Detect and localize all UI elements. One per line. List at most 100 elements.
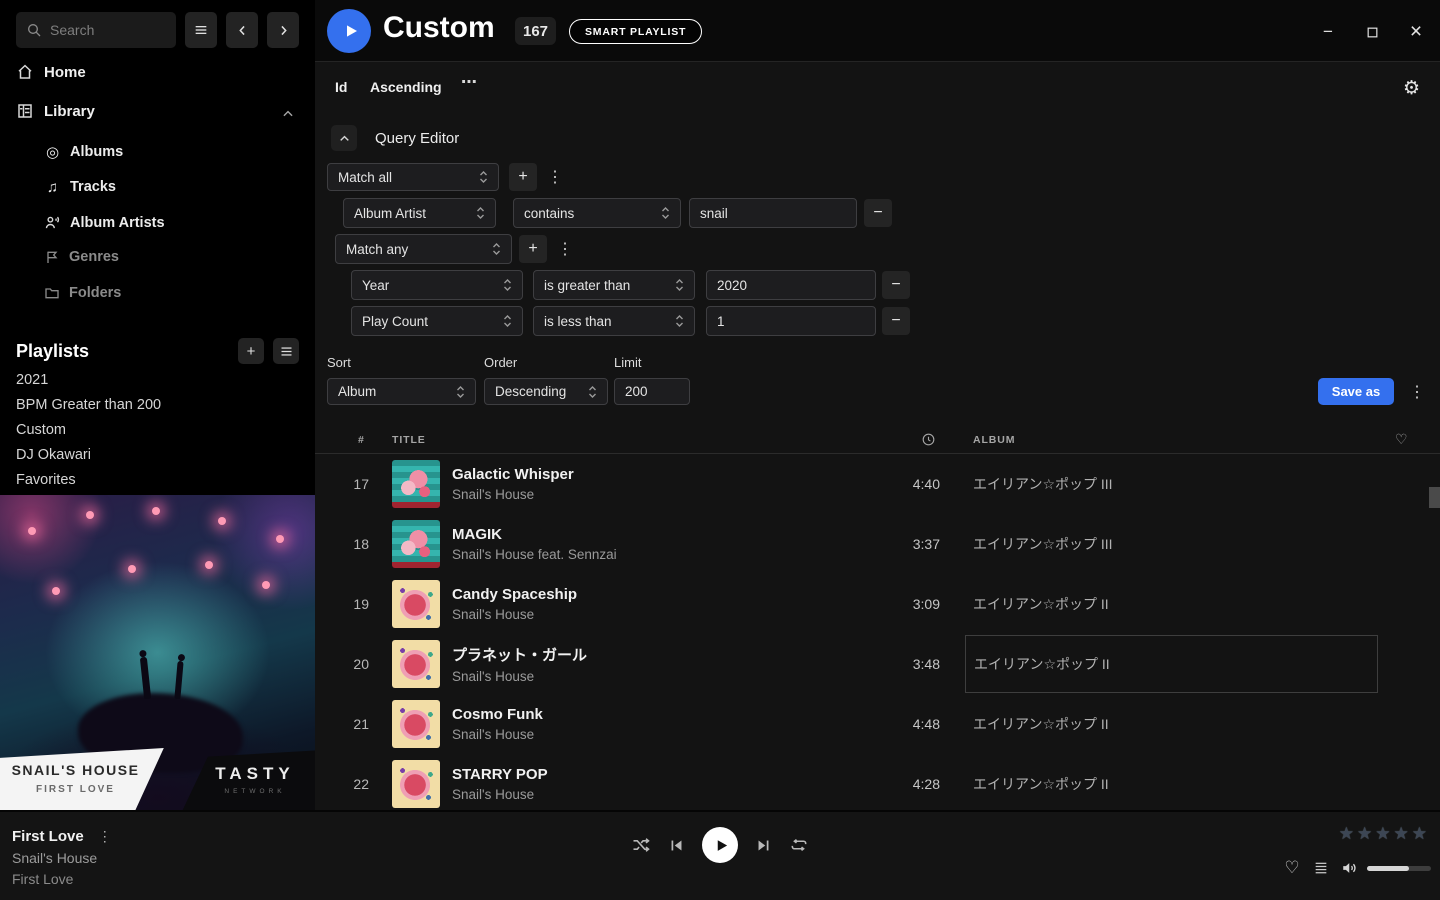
- nav-back-button[interactable]: [226, 12, 258, 48]
- sidebar-item-home[interactable]: Home: [16, 63, 86, 81]
- now-playing-info: First Love ⋮: [12, 828, 112, 845]
- group-rule-field-select[interactable]: Play Count: [351, 306, 523, 336]
- sidebar-item-albums[interactable]: ◎ Albums: [44, 144, 123, 160]
- previous-track-button[interactable]: [668, 837, 685, 854]
- remove-rule-button[interactable]: −: [882, 271, 910, 299]
- track-row[interactable]: 19 Candy Spaceship Snail's House 3:09 エイ…: [315, 574, 1440, 634]
- track-duration: 4:28: [872, 776, 940, 792]
- remove-rule-button[interactable]: −: [864, 199, 892, 227]
- sort-direction-control[interactable]: Ascending: [370, 79, 442, 95]
- select-caret-icon: [588, 385, 597, 399]
- star-icon[interactable]: ★: [1339, 824, 1354, 844]
- track-meta: STARRY POP Snail's House: [452, 766, 872, 802]
- shuffle-button[interactable]: [631, 835, 651, 855]
- group-match-select[interactable]: Match any: [335, 234, 512, 264]
- track-row[interactable]: 20 プラネット・ガール Snail's House 3:48 エイリアン☆ポッ…: [315, 634, 1440, 694]
- search-box[interactable]: [16, 12, 176, 48]
- rule-operator-select[interactable]: contains: [513, 198, 681, 228]
- app-window: Home Library ◎ Albums ♫ Tracks Album Art…: [0, 0, 1440, 900]
- volume-fill: [1367, 866, 1409, 871]
- remove-rule-button[interactable]: −: [882, 307, 910, 335]
- rule-value-input[interactable]: [689, 198, 857, 228]
- playlist-item-favorites[interactable]: Favorites: [16, 472, 76, 488]
- track-row[interactable]: 18 MAGIK Snail's House feat. Sennzai 3:3…: [315, 514, 1440, 574]
- group-rule-operator-select[interactable]: is greater than: [533, 270, 695, 300]
- add-playlist-button[interactable]: +: [238, 338, 264, 364]
- sidebar-item-album-artists[interactable]: Album Artists: [44, 214, 165, 231]
- list-icon: [279, 344, 294, 359]
- sidebar-item-tracks[interactable]: ♫ Tracks: [44, 179, 116, 195]
- scrollbar-thumb[interactable]: [1429, 487, 1440, 508]
- maximize-button[interactable]: [1358, 18, 1386, 46]
- collapse-chevron-up-icon[interactable]: [281, 107, 295, 121]
- playlist-item-dj-okawari[interactable]: DJ Okawari: [16, 447, 91, 463]
- kebab-icon: ⋮: [557, 239, 573, 259]
- group-rule-menu-button[interactable]: ⋮: [555, 235, 575, 263]
- root-match-select[interactable]: Match all: [327, 163, 499, 191]
- group-rule-value-input[interactable]: [706, 270, 876, 300]
- track-row[interactable]: 21 Cosmo Funk Snail's House 4:48 エイリアン☆ポ…: [315, 694, 1440, 754]
- nav-forward-button[interactable]: [267, 12, 299, 48]
- track-row[interactable]: 22 STARRY POP Snail's House 4:28 エイリアン☆ポ…: [315, 754, 1440, 810]
- playlist-item-bpm[interactable]: BPM Greater than 200: [16, 397, 161, 413]
- settings-button[interactable]: ⚙: [1403, 77, 1420, 100]
- repeat-button[interactable]: [789, 835, 809, 855]
- library-icon: [16, 102, 34, 120]
- add-rule-button[interactable]: +: [509, 163, 537, 191]
- playlist-item-2021[interactable]: 2021: [16, 372, 48, 388]
- main-panel: Custom 167 SMART PLAYLIST − × Id Ascendi…: [315, 0, 1440, 810]
- select-caret-icon: [492, 242, 501, 256]
- favorite-button[interactable]: ♡: [1283, 858, 1301, 878]
- close-button[interactable]: ×: [1402, 18, 1430, 46]
- next-track-button[interactable]: [755, 837, 772, 854]
- track-artist: Snail's House: [452, 607, 872, 622]
- group-rule-value-input[interactable]: [706, 306, 876, 336]
- group-rule-field-select[interactable]: Year: [351, 270, 523, 300]
- track-row[interactable]: 17 Galactic Whisper Snail's House 4:40 エ…: [315, 454, 1440, 514]
- track-album-focused-cell[interactable]: エイリアン☆ポップ II: [965, 635, 1378, 693]
- more-options-button[interactable]: ⋯: [461, 72, 478, 92]
- query-editor-collapse-button[interactable]: [331, 125, 357, 151]
- sidebar-top-bar: [16, 12, 299, 48]
- now-playing-menu-button[interactable]: ⋮: [98, 828, 112, 845]
- track-table-header: # TITLE ALBUM ♡: [315, 426, 1440, 454]
- cover-lantern: [52, 587, 60, 595]
- star-icon[interactable]: ★: [1375, 824, 1390, 844]
- group-rule-operator-select[interactable]: is less than: [533, 306, 695, 336]
- sidebar-item-library[interactable]: Library: [16, 102, 95, 120]
- cover-lantern: [128, 565, 136, 573]
- add-group-rule-button[interactable]: +: [519, 235, 547, 263]
- sidebar-item-label: Folders: [69, 285, 121, 301]
- sidebar-item-folders[interactable]: Folders: [44, 285, 121, 301]
- volume-button[interactable]: [1341, 859, 1359, 877]
- sidebar-item-label: Tracks: [70, 179, 116, 195]
- track-meta: Cosmo Funk Snail's House: [452, 706, 872, 742]
- order-select[interactable]: Descending: [484, 378, 608, 405]
- play-pause-button[interactable]: [702, 827, 738, 863]
- cover-lantern: [276, 535, 284, 543]
- play-playlist-button[interactable]: [327, 9, 371, 53]
- star-icon[interactable]: ★: [1357, 824, 1372, 844]
- sidebar-item-label: Home: [44, 64, 86, 81]
- track-index: 17: [315, 476, 375, 492]
- queue-button[interactable]: [1313, 860, 1329, 876]
- save-as-button[interactable]: Save as: [1318, 378, 1394, 405]
- root-rule-menu-button[interactable]: ⋮: [545, 163, 565, 191]
- rule-field-select[interactable]: Album Artist: [343, 198, 496, 228]
- now-playing-cover-art[interactable]: SNAIL'S HOUSE FIRST LOVE TASTY NETWORK: [0, 495, 315, 810]
- favorite-column-heart-icon: ♡: [1395, 431, 1408, 448]
- star-icon[interactable]: ★: [1394, 824, 1409, 844]
- sidebar-item-genres[interactable]: Genres: [44, 249, 119, 265]
- volume-slider[interactable]: [1367, 866, 1431, 871]
- minimize-button[interactable]: −: [1314, 18, 1342, 46]
- menu-button[interactable]: [185, 12, 217, 48]
- sort-select[interactable]: Album: [327, 378, 476, 405]
- manage-playlists-button[interactable]: [273, 338, 299, 364]
- limit-input[interactable]: [614, 378, 690, 405]
- playlist-item-custom[interactable]: Custom: [16, 422, 66, 438]
- search-input[interactable]: [50, 22, 160, 38]
- kebab-icon: ⋮: [1409, 382, 1425, 402]
- star-icon[interactable]: ★: [1412, 824, 1427, 844]
- save-menu-button[interactable]: ⋮: [1407, 378, 1427, 406]
- sort-field-control[interactable]: Id: [335, 79, 347, 95]
